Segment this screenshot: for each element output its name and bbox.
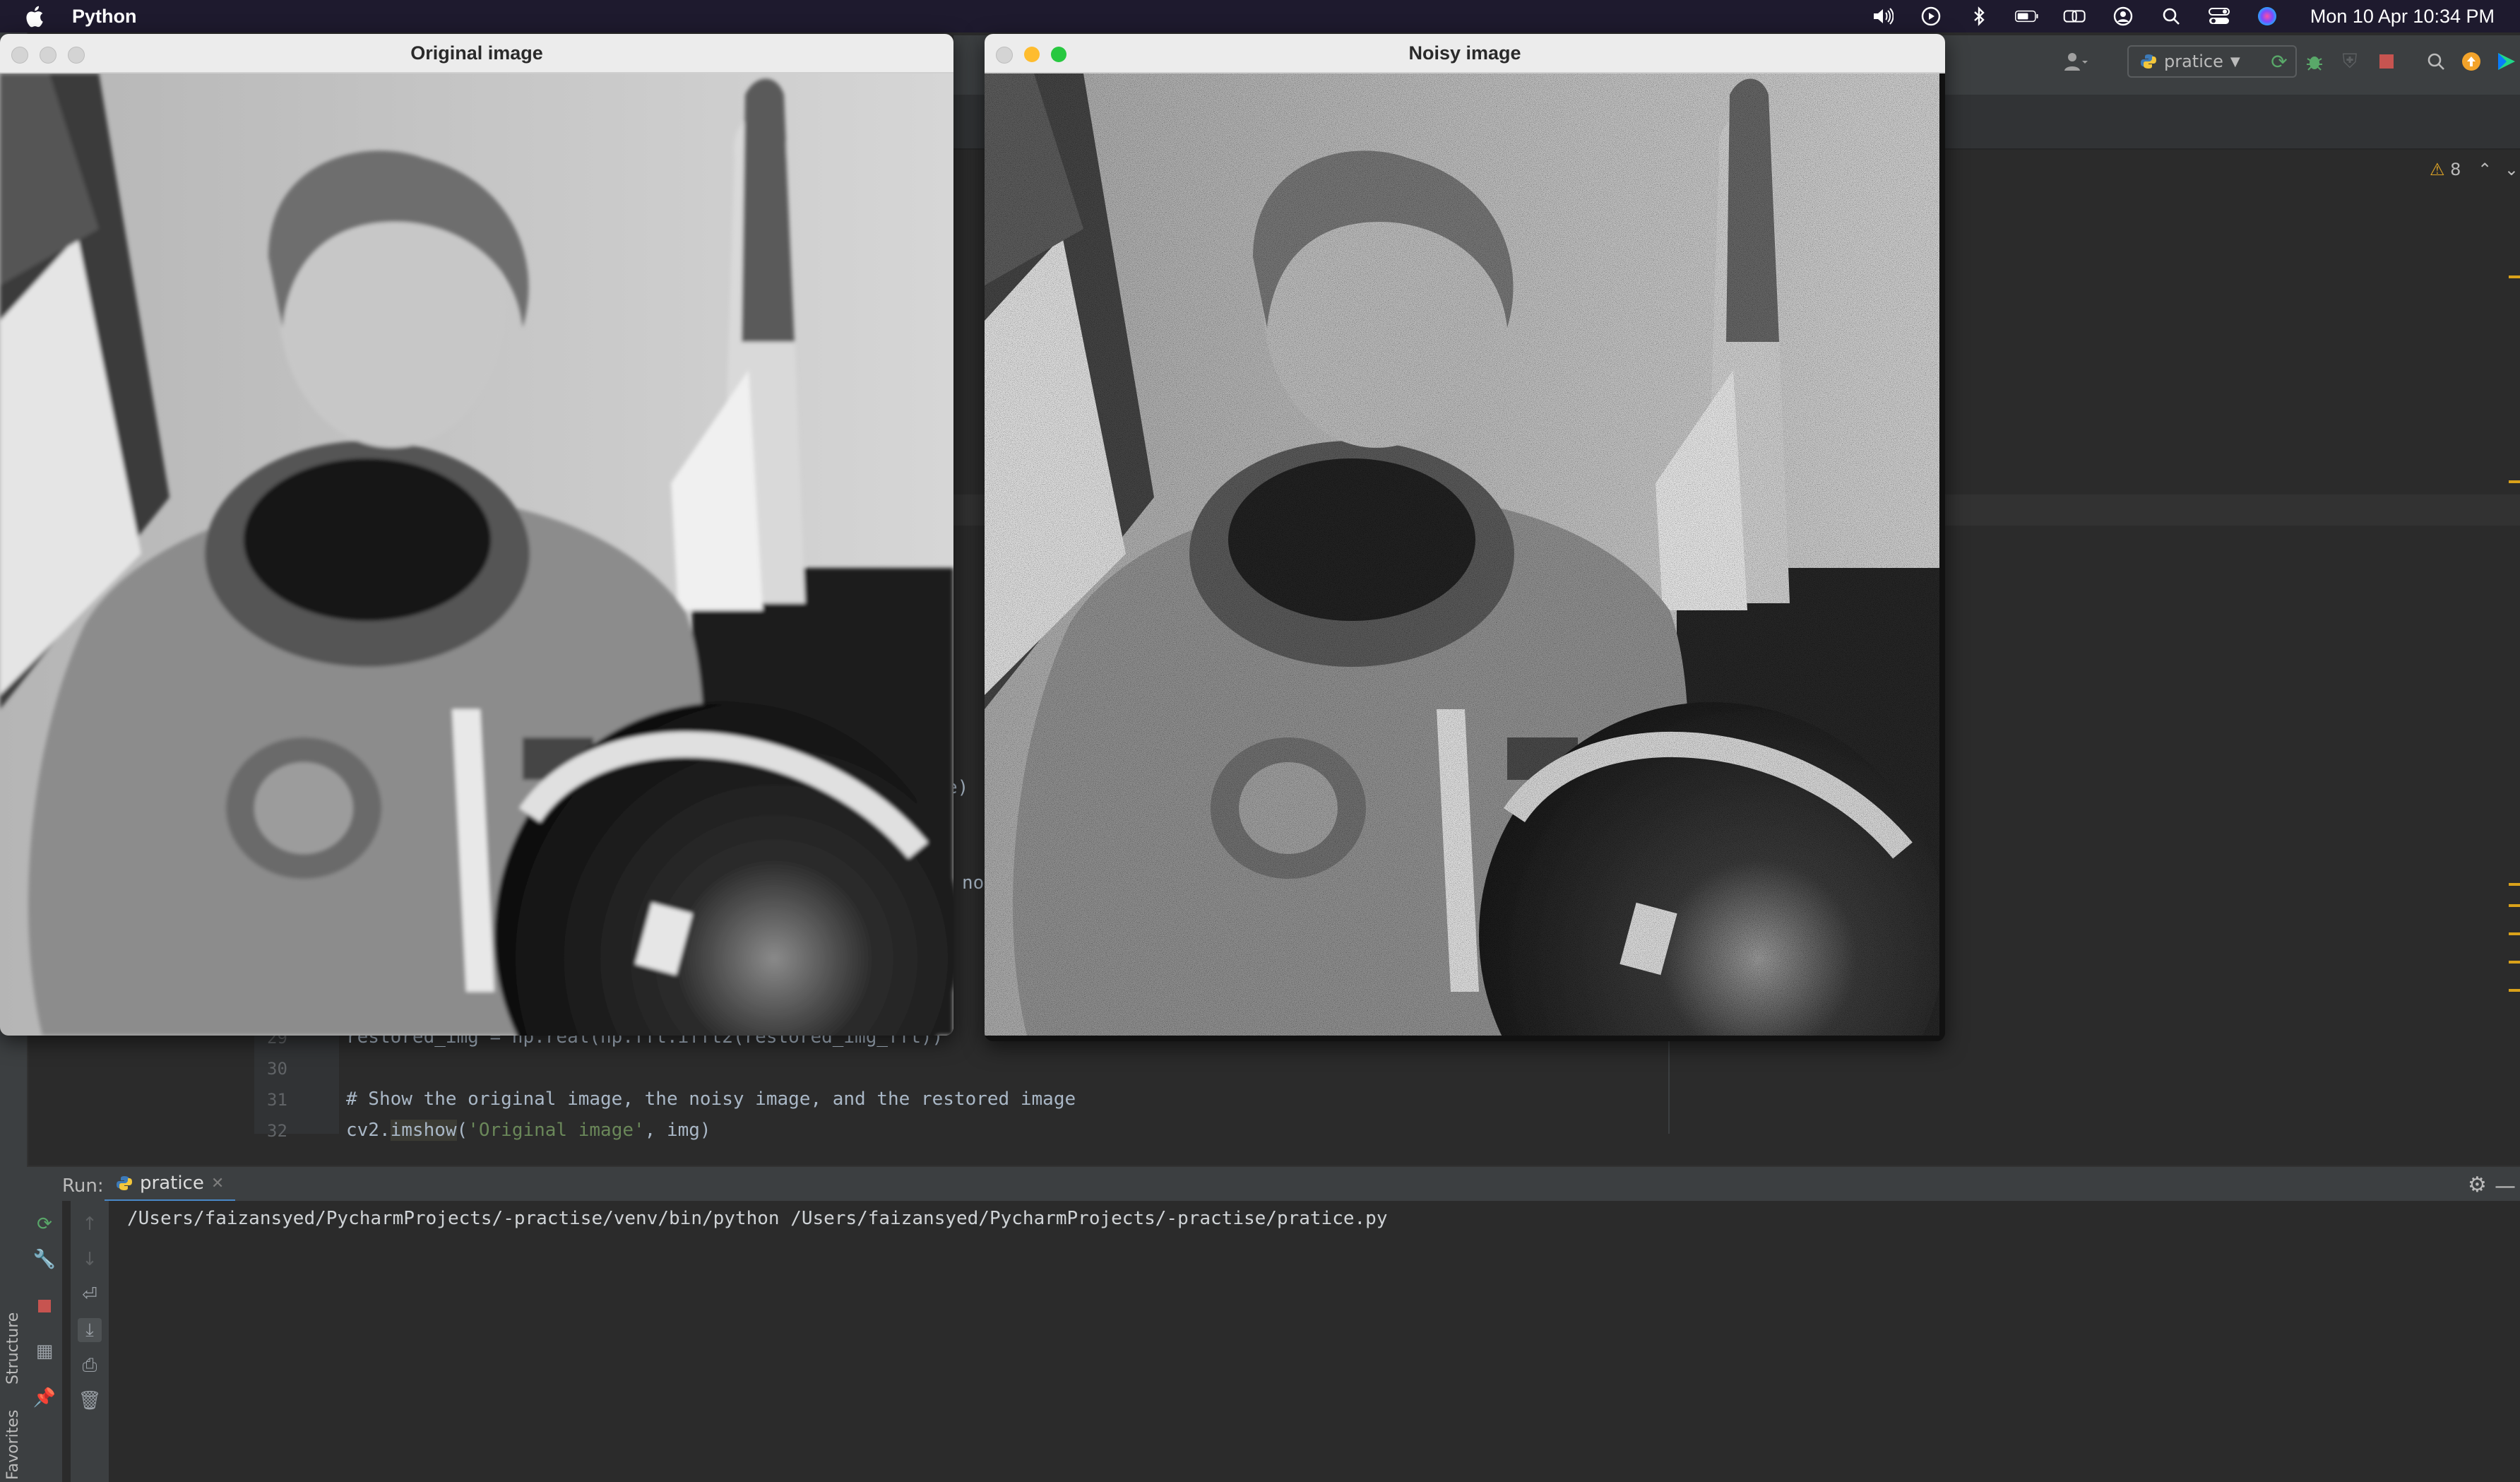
window-title-bar[interactable]: Original image <box>0 34 953 73</box>
run-console[interactable] <box>27 1201 2520 1482</box>
noisy-image <box>985 73 1945 1041</box>
search-everywhere-icon[interactable] <box>2424 49 2448 73</box>
minimize-window-button[interactable] <box>1024 47 1040 62</box>
minimize-window-button[interactable] <box>40 47 57 64</box>
menu-bar: Python Mon 10 Apr 10:34 PM <box>0 0 2520 32</box>
run-toolbar-secondary: ↑ ↓ ⏎ ⤓ ⎙ 🗑 <box>71 1201 109 1482</box>
control-center-icon[interactable] <box>2207 6 2231 27</box>
arrow-up-icon[interactable]: ↑ <box>78 1212 102 1236</box>
apple-icon[interactable] <box>25 4 47 28</box>
rerun-icon[interactable]: ⟳ <box>2267 49 2291 73</box>
original-image <box>0 73 953 1036</box>
chevron-up-icon[interactable]: ⌃ <box>2478 160 2492 179</box>
line-number: 32 <box>267 1121 287 1141</box>
code-token: , img) <box>644 1120 711 1141</box>
soft-wrap-icon[interactable]: ⏎ <box>78 1283 102 1307</box>
warning-icon: ⚠ <box>2430 160 2445 179</box>
stop-icon[interactable] <box>2375 49 2399 73</box>
play-icon[interactable] <box>1919 6 1943 27</box>
window-title: Noisy image <box>1408 42 1521 64</box>
console-output-line: /Users/faizansyed/PycharmProjects/-pract… <box>127 1208 1388 1229</box>
battery-icon[interactable] <box>2014 6 2039 27</box>
window-title: Original image <box>410 42 543 64</box>
code-fragment: no <box>962 872 985 894</box>
run-tab-label: pratice <box>140 1173 204 1194</box>
line-number: 31 <box>267 1090 287 1110</box>
favorites-tool-tab[interactable]: Favorites <box>4 1410 22 1480</box>
code-token: cv2. <box>346 1120 391 1141</box>
zoom-window-button[interactable] <box>1051 47 1066 62</box>
active-app-name[interactable]: Python <box>72 6 137 28</box>
structure-tool-tab[interactable]: Structure <box>4 1312 22 1385</box>
pin-icon[interactable]: 📌 <box>32 1386 57 1410</box>
coverage-icon[interactable]: ⛨ <box>2338 49 2362 73</box>
window-controls <box>11 47 85 64</box>
debug-icon[interactable] <box>2302 49 2326 73</box>
code-token-highlight: imshow <box>390 1120 457 1141</box>
noisy-image-window[interactable]: Noisy image <box>985 34 1945 1041</box>
window-title-bar[interactable]: Noisy image <box>985 34 1945 73</box>
window-controls <box>996 47 1066 64</box>
code-string: 'Original image' <box>468 1120 645 1141</box>
screen-mirror-icon[interactable] <box>2063 6 2087 27</box>
arrow-down-icon[interactable]: ↓ <box>78 1247 102 1271</box>
code-token: ( <box>456 1120 468 1141</box>
user-icon[interactable] <box>2111 6 2135 27</box>
search-icon[interactable] <box>2159 6 2183 27</box>
warnings-count: 8 <box>2450 160 2461 179</box>
minimize-icon[interactable]: — <box>2495 1174 2516 1199</box>
menubar-clock[interactable]: Mon 10 Apr 10:34 PM <box>2310 6 2495 28</box>
close-window-button[interactable] <box>11 47 28 64</box>
rerun-icon[interactable]: ⟳ <box>32 1212 57 1236</box>
inspection-warnings[interactable]: ⚠ 8 ⌃ ⌄ <box>2430 160 2519 179</box>
python-icon <box>117 1176 132 1190</box>
astronaut-photo <box>0 73 953 1036</box>
bluetooth-icon[interactable] <box>1967 6 1991 27</box>
run-configuration-label: pratice <box>2164 52 2223 71</box>
stop-icon[interactable] <box>32 1294 57 1318</box>
error-stripe[interactable] <box>2509 155 2520 1003</box>
python-icon <box>2141 54 2156 69</box>
scroll-to-end-icon[interactable]: ⤓ <box>78 1318 102 1342</box>
user-account-icon[interactable] <box>2064 49 2088 73</box>
print-icon[interactable]: ⎙ <box>78 1353 102 1377</box>
run-toolbar-primary: ⟳ 🔧 ▦ 📌 <box>27 1201 62 1482</box>
code-line: cv2.imshow('Original image', img) <box>346 1120 711 1141</box>
chevron-down-icon: ▼ <box>2230 54 2240 69</box>
close-icon[interactable]: ✕ <box>211 1175 224 1192</box>
code-comment-line: # Show the original image, the noisy ima… <box>346 1089 1076 1110</box>
volume-icon[interactable] <box>1871 6 1895 27</box>
wrench-icon[interactable]: 🔧 <box>32 1247 57 1271</box>
siri-icon[interactable] <box>2255 6 2279 27</box>
layout-icon[interactable]: ▦ <box>32 1339 57 1363</box>
zoom-window-button[interactable] <box>68 47 85 64</box>
original-image-window[interactable]: Original image <box>0 34 953 1036</box>
noisy-astronaut-photo <box>985 73 1945 1041</box>
updates-icon[interactable] <box>2459 49 2483 73</box>
close-window-button[interactable] <box>996 47 1013 64</box>
trash-icon[interactable]: 🗑 <box>78 1389 102 1413</box>
plugin-icon[interactable] <box>2495 49 2519 73</box>
run-panel-label: Run: <box>62 1175 104 1197</box>
run-panel-header: Run: pratice ✕ ⚙ — <box>27 1166 2520 1202</box>
line-number: 30 <box>267 1059 287 1079</box>
gear-icon[interactable]: ⚙ <box>2468 1173 2492 1197</box>
run-tab-pratice[interactable]: pratice ✕ <box>105 1167 236 1202</box>
